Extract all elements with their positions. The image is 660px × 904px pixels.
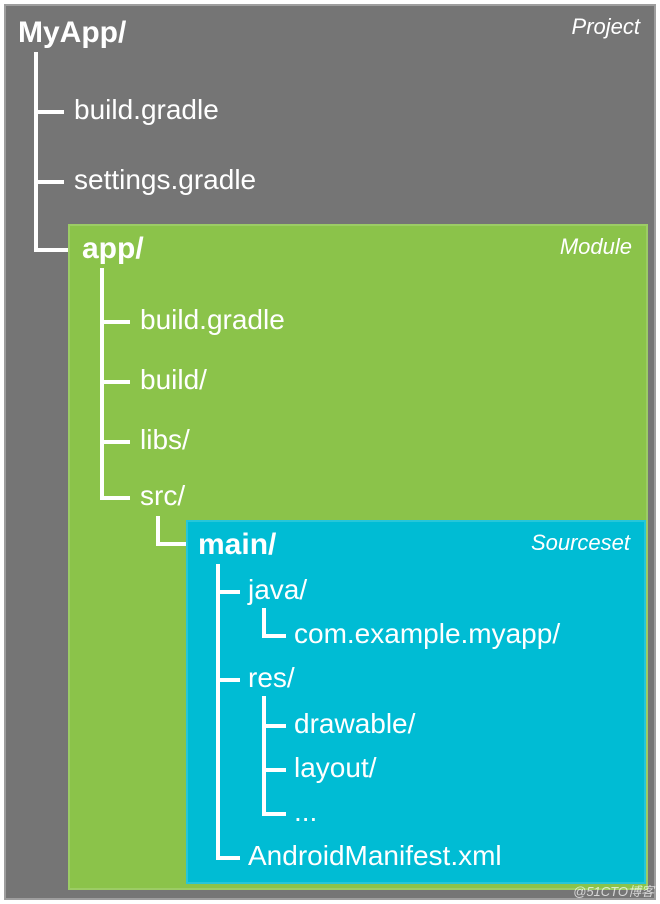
srcset-java-label: java/ bbox=[248, 574, 307, 606]
module-root-label: app/ bbox=[82, 232, 144, 266]
tree-line bbox=[100, 380, 130, 384]
tree-line bbox=[34, 248, 68, 252]
tree-line bbox=[216, 590, 240, 594]
tree-line bbox=[34, 52, 38, 252]
tree-line bbox=[262, 696, 266, 816]
project-item-settings-gradle: settings.gradle bbox=[74, 164, 256, 196]
srcset-res-more: ... bbox=[294, 796, 317, 828]
tree-line bbox=[100, 440, 130, 444]
tree-line bbox=[216, 856, 240, 860]
module-item-build-dir: build/ bbox=[140, 364, 207, 396]
sourceset-tag: Sourceset bbox=[531, 530, 630, 556]
srcset-root-label: main/ bbox=[198, 528, 276, 562]
tree-line bbox=[262, 634, 286, 638]
project-item-build-gradle: build.gradle bbox=[74, 94, 219, 126]
srcset-res-layout: layout/ bbox=[294, 752, 377, 784]
srcset-manifest: AndroidManifest.xml bbox=[248, 840, 502, 872]
tree-line bbox=[100, 320, 130, 324]
tree-line bbox=[156, 542, 186, 546]
project-tag: Project bbox=[572, 14, 640, 40]
srcset-res-drawable: drawable/ bbox=[294, 708, 415, 740]
module-item-build-gradle: build.gradle bbox=[140, 304, 285, 336]
tree-line bbox=[262, 812, 286, 816]
tree-line bbox=[100, 496, 130, 500]
module-tag: Module bbox=[560, 234, 632, 260]
tree-line bbox=[262, 724, 286, 728]
tree-line bbox=[216, 678, 240, 682]
tree-line bbox=[34, 110, 64, 114]
module-item-libs: libs/ bbox=[140, 424, 190, 456]
project-root-label: MyApp/ bbox=[18, 16, 126, 50]
tree-line bbox=[262, 768, 286, 772]
tree-line bbox=[100, 268, 104, 500]
diagram-canvas: Project Module Sourceset MyApp/ build.gr… bbox=[0, 0, 660, 904]
srcset-res-label: res/ bbox=[248, 662, 295, 694]
srcset-java-package: com.example.myapp/ bbox=[294, 618, 560, 650]
watermark: @51CTO博客 bbox=[573, 881, 654, 900]
tree-line bbox=[34, 180, 64, 184]
tree-line bbox=[216, 564, 220, 860]
module-item-src: src/ bbox=[140, 480, 185, 512]
